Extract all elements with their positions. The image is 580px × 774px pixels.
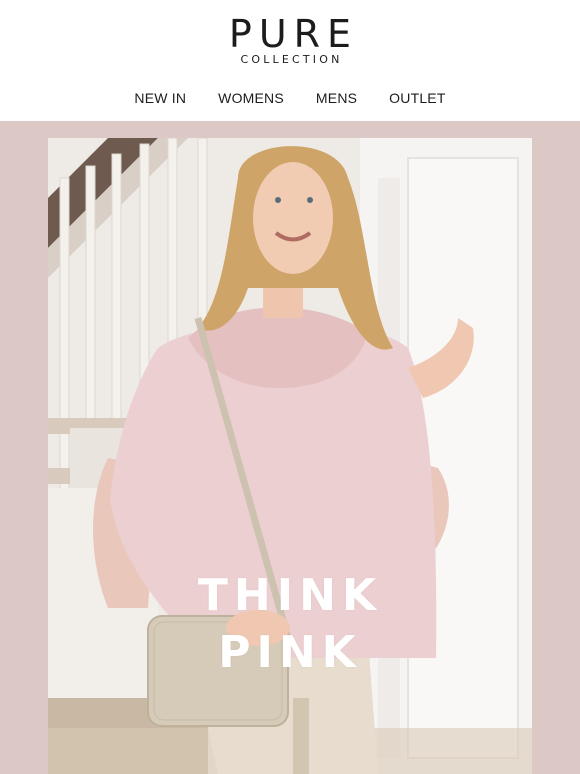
brand-logo[interactable]: PURE COLLECTION [0, 14, 580, 67]
nav-womens[interactable]: WOMENS [218, 88, 284, 108]
headline-line-2: PINK [218, 627, 362, 678]
nav-mens[interactable]: MENS [316, 88, 357, 108]
email-page: PURE COLLECTION NEW IN WOMENS MENS OUTLE… [0, 0, 580, 774]
brand-name: PURE [228, 12, 359, 56]
hero-illustration [48, 138, 532, 774]
nav-new-in[interactable]: NEW IN [134, 88, 186, 108]
hero-image[interactable]: THINK PINK [48, 138, 532, 774]
headline-line-1: THINK [197, 570, 383, 621]
brand-subtitle: COLLECTION [240, 53, 343, 66]
nav-outlet[interactable]: OUTLET [389, 88, 445, 108]
header: PURE COLLECTION NEW IN WOMENS MENS OUTLE… [0, 0, 580, 121]
main-nav: NEW IN WOMENS MENS OUTLET [0, 88, 580, 108]
